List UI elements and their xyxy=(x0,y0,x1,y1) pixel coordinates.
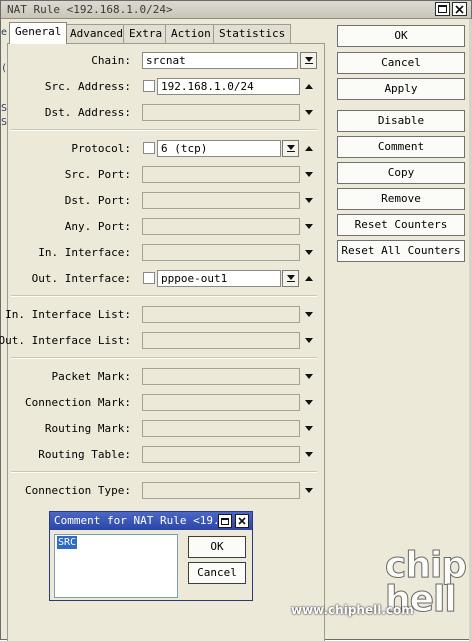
packet-mark-label: Packet Mark: xyxy=(51,370,131,383)
section-divider xyxy=(11,129,317,131)
expand-down-icon[interactable] xyxy=(303,484,315,496)
dst-port-label: Dst. Port: xyxy=(64,194,131,207)
routing-table-label: Routing Table: xyxy=(38,448,131,461)
expand-down-icon[interactable] xyxy=(303,194,315,206)
out-interface-negate-checkbox[interactable] xyxy=(143,272,155,284)
out-interface-dropdown-button[interactable] xyxy=(282,270,299,287)
out-interface-list-label: Out. Interface List: xyxy=(0,334,131,347)
collapse-up-icon[interactable] xyxy=(303,80,315,92)
comment-dialog: Comment for NAT Rule <19... SRC OK Cance… xyxy=(49,511,253,601)
window-titlebar[interactable]: NAT Rule <192.168.1.0/24> xyxy=(1,1,471,19)
src-address-label: Src. Address: xyxy=(44,80,131,93)
in-interface-list-field[interactable] xyxy=(142,306,300,323)
in-interface-list-label: In. Interface List: xyxy=(5,308,131,321)
maximize-button[interactable] xyxy=(435,2,450,16)
any-port-label: Any. Port: xyxy=(64,220,131,233)
dropdown-arrow-icon xyxy=(286,145,295,152)
packet-mark-field[interactable] xyxy=(142,368,300,385)
tab-general[interactable]: General xyxy=(9,22,68,44)
connection-type-field[interactable] xyxy=(142,482,300,499)
protocol-label: Protocol: xyxy=(71,142,131,155)
nat-rule-window: NAT Rule <192.168.1.0/24> e ( S S Genera… xyxy=(0,0,472,641)
protocol-dropdown-button[interactable] xyxy=(282,140,299,157)
chain-label: Chain: xyxy=(91,54,131,67)
expand-down-icon[interactable] xyxy=(303,334,315,346)
out-interface-list-field[interactable] xyxy=(142,332,300,349)
expand-down-icon[interactable] xyxy=(303,308,315,320)
collapse-up-icon[interactable] xyxy=(303,272,315,284)
section-divider xyxy=(11,357,317,359)
disable-button[interactable]: Disable xyxy=(337,110,465,132)
protocol-select[interactable]: 6 (tcp) xyxy=(157,140,281,157)
ok-button[interactable]: OK xyxy=(337,25,465,47)
any-port-field[interactable] xyxy=(142,218,300,235)
apply-button[interactable]: Apply xyxy=(337,78,465,100)
routing-mark-label: Routing Mark: xyxy=(44,422,131,435)
comment-textarea[interactable]: SRC xyxy=(54,534,178,598)
chain-select[interactable]: srcnat xyxy=(142,52,298,69)
protocol-negate-checkbox[interactable] xyxy=(143,142,155,154)
window-title: NAT Rule <192.168.1.0/24> xyxy=(7,3,173,16)
comment-button[interactable]: Comment xyxy=(337,136,465,158)
tab-advanced[interactable]: Advanced xyxy=(64,24,129,43)
comment-text: SRC xyxy=(57,536,78,549)
dropdown-arrow-icon xyxy=(286,275,295,282)
cancel-button[interactable]: Cancel xyxy=(337,52,465,74)
in-interface-field[interactable] xyxy=(142,244,300,261)
src-port-field[interactable] xyxy=(142,166,300,183)
expand-down-icon[interactable] xyxy=(303,168,315,180)
dst-address-label: Dst. Address: xyxy=(44,106,131,119)
reset-all-counters-button[interactable]: Reset All Counters xyxy=(337,240,465,262)
section-divider xyxy=(11,295,317,297)
copy-button[interactable]: Copy xyxy=(337,162,465,184)
routing-table-field[interactable] xyxy=(142,446,300,463)
remove-button[interactable]: Remove xyxy=(337,188,465,210)
close-button[interactable] xyxy=(452,2,467,16)
comment-cancel-button[interactable]: Cancel xyxy=(188,562,246,584)
background-window-text: e xyxy=(1,27,8,38)
src-address-field[interactable]: 192.168.1.0/24 xyxy=(157,78,300,95)
collapse-up-icon[interactable] xyxy=(303,142,315,154)
dst-address-field[interactable] xyxy=(142,104,300,121)
tab-action[interactable]: Action xyxy=(165,24,217,43)
comment-dialog-close-button[interactable] xyxy=(235,514,249,528)
expand-down-icon[interactable] xyxy=(303,422,315,434)
tab-extra[interactable]: Extra xyxy=(123,24,169,43)
connection-mark-label: Connection Mark: xyxy=(25,396,131,409)
expand-down-icon[interactable] xyxy=(303,106,315,118)
connection-mark-field[interactable] xyxy=(142,394,300,411)
dst-port-field[interactable] xyxy=(142,192,300,209)
expand-down-icon[interactable] xyxy=(303,448,315,460)
in-interface-label: In. Interface: xyxy=(38,246,131,259)
chain-dropdown-button[interactable] xyxy=(300,52,317,69)
comment-dialog-title: Comment for NAT Rule <19... xyxy=(54,514,233,527)
section-divider xyxy=(11,471,317,473)
close-icon xyxy=(238,517,246,525)
expand-down-icon[interactable] xyxy=(303,370,315,382)
connection-type-label: Connection Type: xyxy=(25,484,131,497)
comment-ok-button[interactable]: OK xyxy=(188,536,246,558)
maximize-icon xyxy=(438,5,447,13)
dropdown-arrow-icon xyxy=(304,57,313,64)
src-address-negate-checkbox[interactable] xyxy=(143,80,155,92)
out-interface-label: Out. Interface: xyxy=(31,272,131,285)
expand-down-icon[interactable] xyxy=(303,246,315,258)
close-icon xyxy=(455,4,464,14)
expand-down-icon[interactable] xyxy=(303,396,315,408)
comment-dialog-maximize-button[interactable] xyxy=(218,514,232,528)
src-port-label: Src. Port: xyxy=(64,168,131,181)
comment-dialog-titlebar[interactable]: Comment for NAT Rule <19... xyxy=(50,512,252,530)
watermark-url: www.chiphell.com xyxy=(291,603,414,617)
routing-mark-field[interactable] xyxy=(142,420,300,437)
maximize-icon xyxy=(221,517,229,525)
expand-down-icon[interactable] xyxy=(303,220,315,232)
out-interface-select[interactable]: pppoe-out1 xyxy=(157,270,281,287)
tab-statistics[interactable]: Statistics xyxy=(213,24,292,43)
reset-counters-button[interactable]: Reset Counters xyxy=(337,214,465,236)
